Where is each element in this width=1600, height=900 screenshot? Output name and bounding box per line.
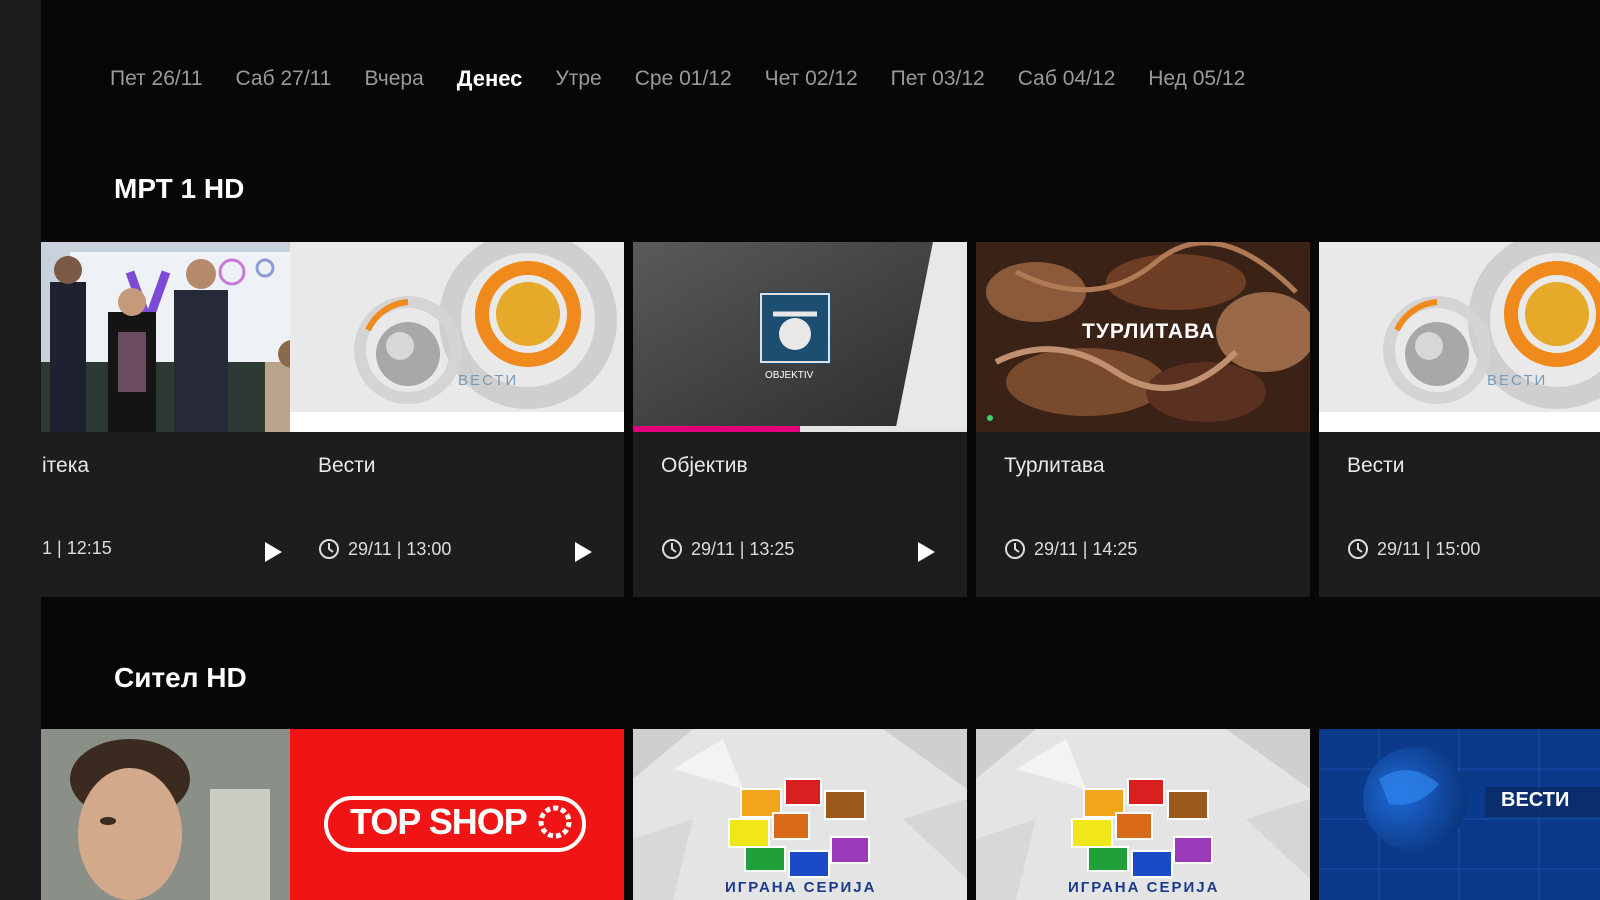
program-card[interactable] <box>41 729 314 900</box>
program-card[interactable]: ИГРАНА СЕРИЈА <box>633 729 967 900</box>
program-progress <box>633 426 967 432</box>
program-card[interactable]: ВЕСТИ Вести 29/11 | 13:00 <box>290 242 624 597</box>
program-title: ітека <box>42 454 90 477</box>
program-card[interactable]: OBJEKTIV Објектив 29/11 | 13:25 <box>633 242 967 597</box>
program-time: 29/11 | 14:25 <box>1004 538 1137 560</box>
program-title: Вести <box>1347 454 1405 477</box>
sidebar <box>0 0 41 900</box>
program-row-sitel: TOP SHOP ИГРАНА СЕРИЈА ИГРАНА СЕРИЈА ВЕС… <box>41 729 1600 900</box>
thumbnail-label: ТУРЛИТАВА <box>1082 320 1216 343</box>
program-thumbnail <box>41 242 314 432</box>
date-tab-thu-02-12[interactable]: Чет 02/12 <box>765 67 858 91</box>
date-tab-sat-27-11[interactable]: Саб 27/11 <box>236 67 332 91</box>
program-card[interactable]: ТУРЛИТАВА Турлитава 29/11 | 14:25 <box>976 242 1310 597</box>
thumbnail-label: ИГРАНА СЕРИЈА <box>1068 879 1220 896</box>
program-time-text: 1 | 12:15 <box>42 538 112 558</box>
program-thumbnail: ВЕСТИ <box>290 242 624 432</box>
thumbnail-label: ИГРАНА СЕРИЈА <box>725 879 877 896</box>
channel-title-mrt1: МРТ 1 HD <box>114 173 245 204</box>
thumbnail-label: ВЕСТИ <box>1501 789 1570 811</box>
clock-icon <box>319 539 339 559</box>
loading-ring-icon <box>538 805 572 839</box>
program-time-text: 29/11 | 14:25 <box>1034 538 1138 559</box>
program-time-text: 29/11 | 15:00 <box>1377 538 1481 559</box>
date-tab-fri-26-11[interactable]: Пет 26/11 <box>110 67 203 91</box>
clock-icon <box>1348 539 1368 559</box>
program-time: 29/11 | 13:25 <box>661 538 794 560</box>
program-time-text: 29/11 | 13:25 <box>691 538 795 559</box>
program-thumbnail <box>976 729 1310 900</box>
date-tab-sun-05-12[interactable]: Нед 05/12 <box>1148 67 1245 91</box>
date-tab-sat-04-12[interactable]: Саб 04/12 <box>1018 67 1116 91</box>
play-icon[interactable] <box>915 540 937 564</box>
program-card[interactable]: ВЕСТИ Вести 29/11 | 15:00 <box>1319 242 1600 597</box>
date-tab-yesterday[interactable]: Вчера <box>364 67 423 91</box>
program-card[interactable]: ВЕСТИ <box>1319 729 1600 900</box>
program-card[interactable]: ітека 1 | 12:15 <box>41 242 314 597</box>
program-thumbnail <box>633 729 967 900</box>
channel-title-sitel: Сител HD <box>114 662 247 693</box>
program-thumbnail <box>1319 729 1600 900</box>
program-thumbnail: ВЕСТИ <box>1319 242 1600 432</box>
program-thumbnail: ТУРЛИТАВА <box>976 242 1310 432</box>
thumbnail-label: TOP SHOP <box>350 801 528 842</box>
program-time-text: 29/11 | 13:00 <box>348 538 452 559</box>
program-thumbnail <box>41 729 314 900</box>
clock-icon <box>1005 539 1025 559</box>
program-time: 29/11 | 15:00 <box>1347 538 1480 560</box>
clock-icon <box>662 539 682 559</box>
program-card[interactable]: TOP SHOP <box>290 729 624 900</box>
play-icon[interactable] <box>262 540 284 564</box>
date-tab-today[interactable]: Денес <box>457 66 523 92</box>
program-row-mrt1: ітека 1 | 12:15 ВЕСТИ Вести 29/11 | 13:0… <box>41 242 1600 597</box>
program-time: 1 | 12:15 <box>42 538 112 559</box>
thumbnail-label: OBJEKTIV <box>765 370 814 381</box>
program-title: Вести <box>318 454 376 477</box>
program-title: Турлитава <box>1004 454 1105 477</box>
play-icon[interactable] <box>572 540 594 564</box>
thumbnail-label: ВЕСТИ <box>458 372 519 389</box>
date-tab-tomorrow[interactable]: Утре <box>555 67 601 91</box>
program-card[interactable]: ИГРАНА СЕРИЈА <box>976 729 1310 900</box>
program-time: 29/11 | 13:00 <box>318 538 451 560</box>
program-thumbnail: OBJEKTIV <box>633 242 967 432</box>
date-selector: Пет 26/11 Саб 27/11 Вчера Денес Утре Сре… <box>110 62 1278 96</box>
date-tab-wed-01-12[interactable]: Сре 01/12 <box>635 67 732 91</box>
date-tab-fri-03-12[interactable]: Пет 03/12 <box>891 67 985 91</box>
program-title: Објектив <box>661 454 748 477</box>
thumbnail-label: ВЕСТИ <box>1487 372 1548 389</box>
program-progress-fill <box>633 426 800 432</box>
